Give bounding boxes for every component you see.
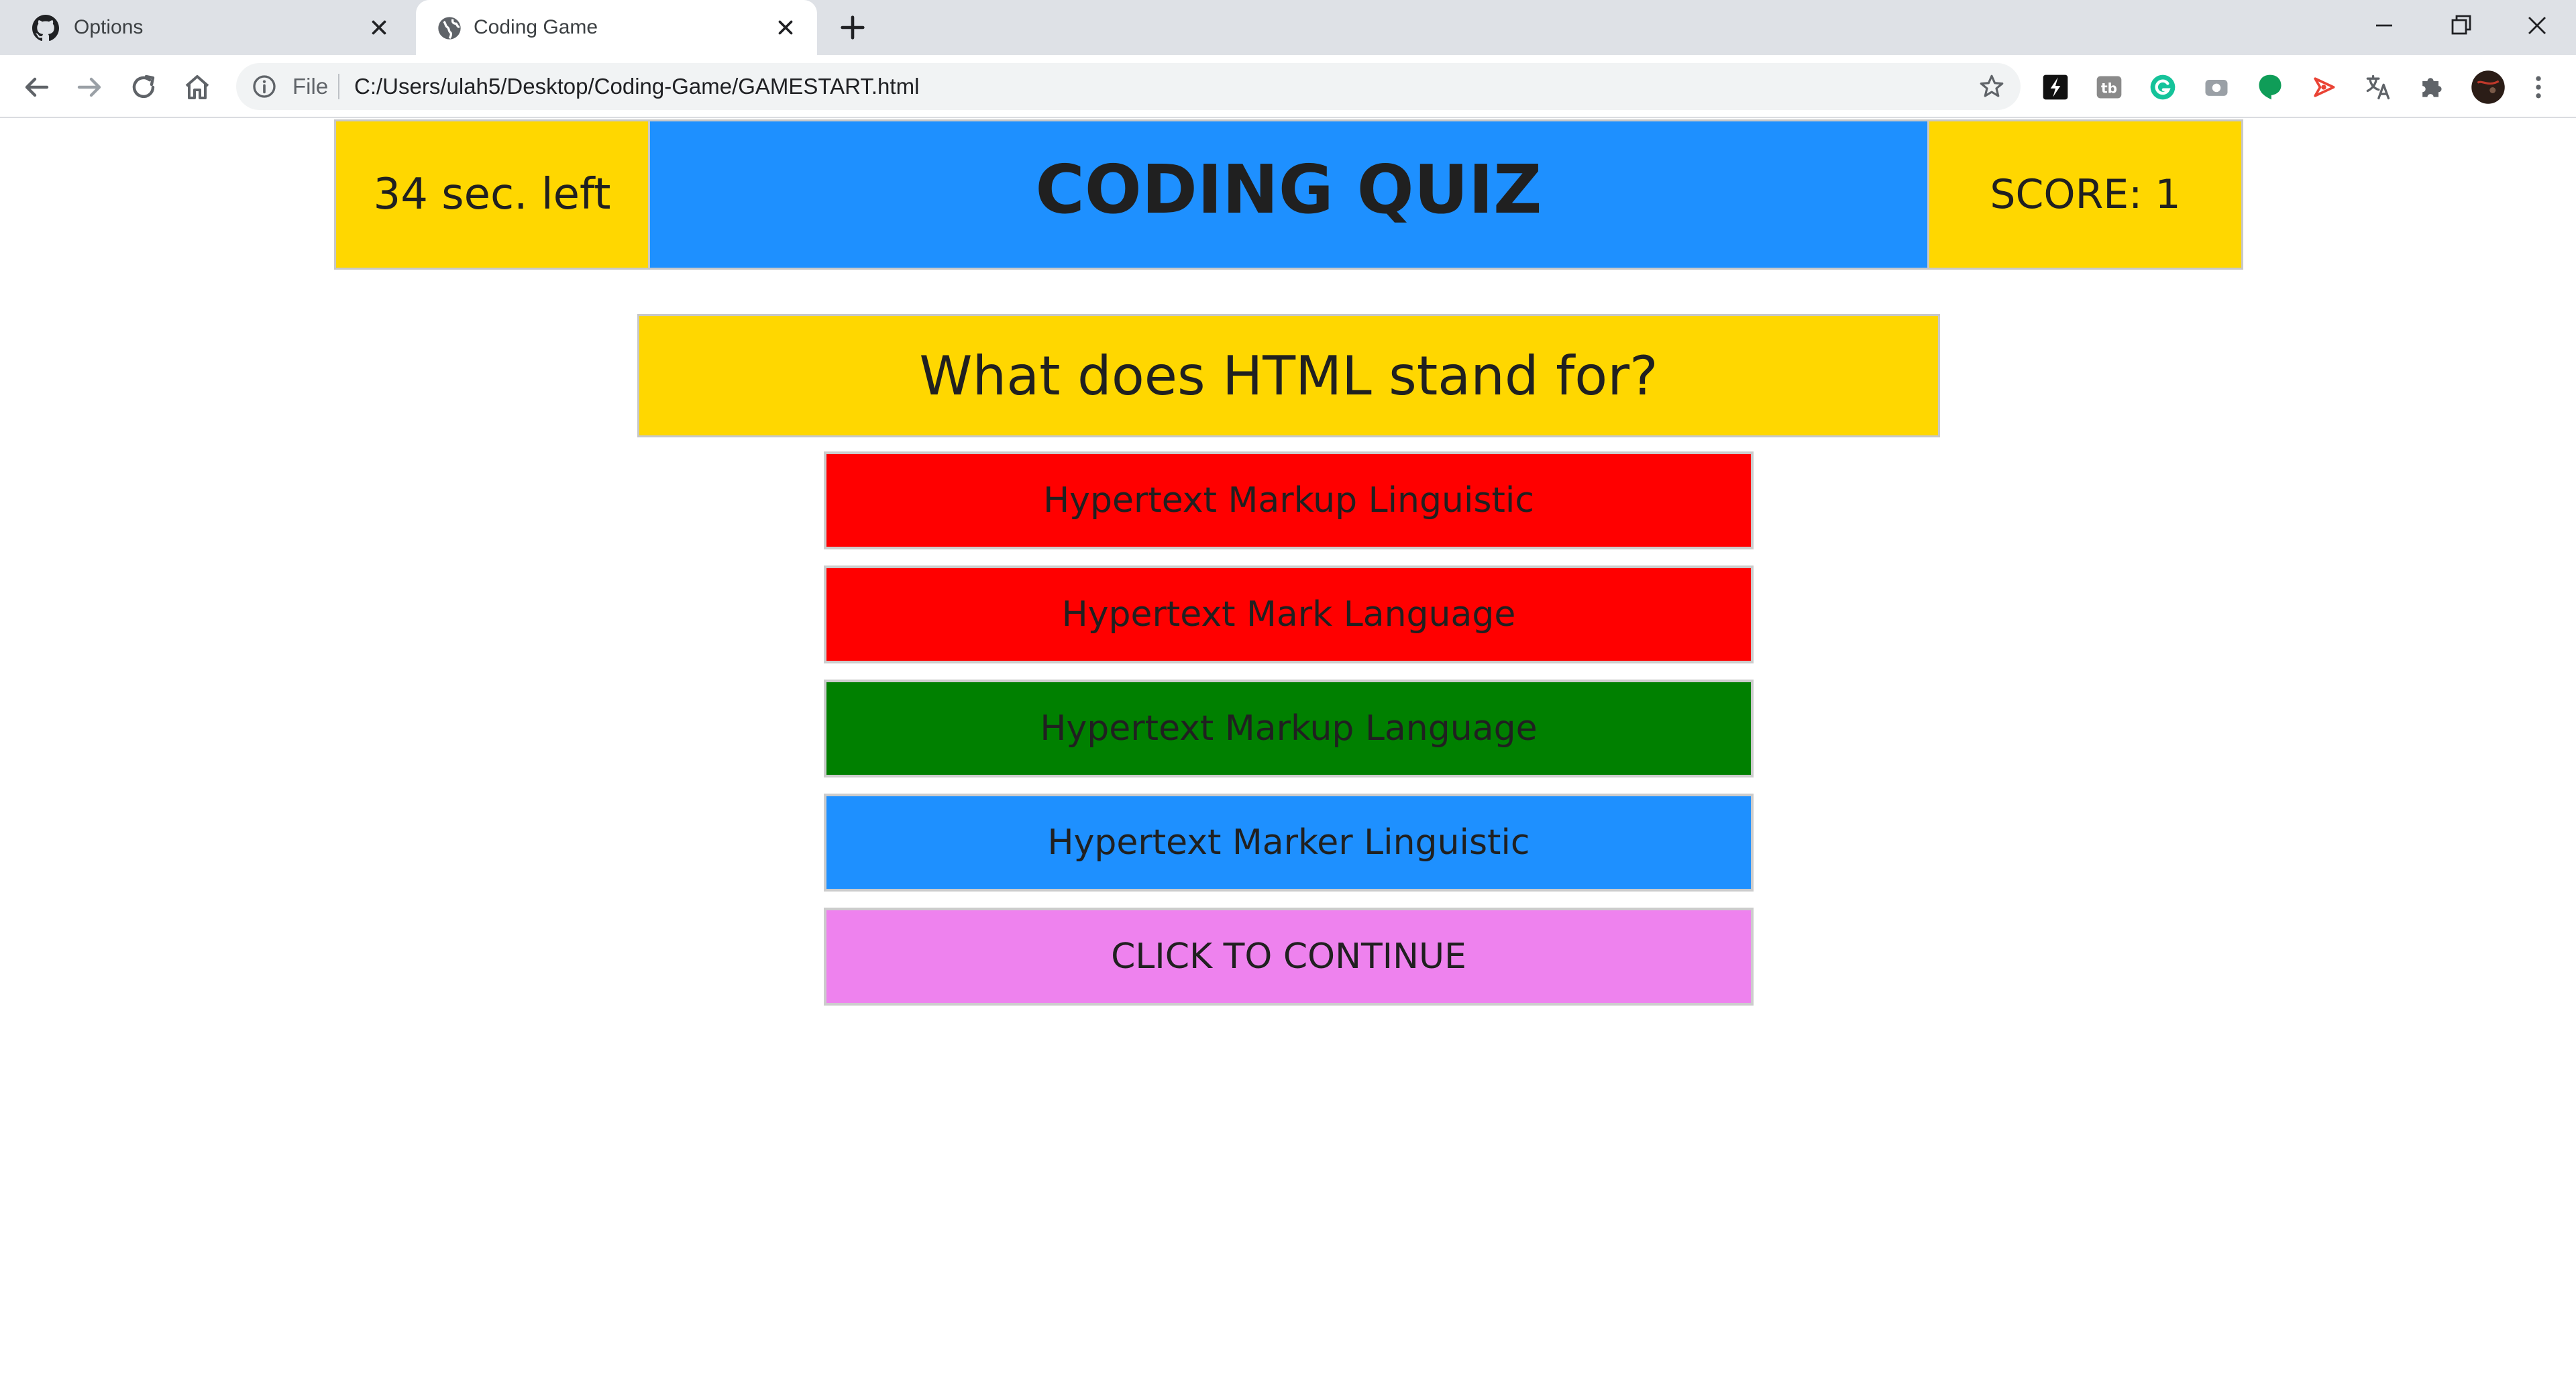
address-bar[interactable]: File C:/Users/ulah5/Desktop/Coding-Game/… <box>236 63 2021 110</box>
profile-avatar[interactable] <box>2470 69 2506 105</box>
home-icon[interactable] <box>181 71 213 103</box>
close-window-icon[interactable] <box>2521 9 2553 42</box>
tab-coding-game[interactable]: Coding Game <box>416 0 817 55</box>
page-title: CODING QUIZ <box>650 121 1927 268</box>
timer-display: 34 sec. left <box>336 121 650 268</box>
new-tab-icon[interactable] <box>837 12 868 43</box>
answer-button-3[interactable]: Hypertext Markup Language <box>824 680 1754 777</box>
forward-arrow-icon[interactable] <box>74 71 106 103</box>
dark-reader-icon[interactable] <box>2041 72 2070 102</box>
translate-icon[interactable] <box>2363 72 2392 102</box>
answer-button-1[interactable]: Hypertext Markup Linguistic <box>824 451 1754 549</box>
quiz-header: 34 sec. left CODING QUIZ SCORE: 1 <box>334 119 2243 270</box>
close-icon[interactable] <box>774 16 797 39</box>
restore-icon[interactable] <box>2445 9 2477 42</box>
puzzle-icon[interactable] <box>2416 72 2446 102</box>
info-icon[interactable] <box>251 73 278 100</box>
continue-button[interactable]: CLICK TO CONTINUE <box>824 908 1754 1006</box>
screenshot-icon[interactable] <box>2202 72 2231 102</box>
question-text: What does HTML stand for? <box>637 314 1940 437</box>
score-display: SCORE: 1 <box>1927 121 2241 268</box>
url-text[interactable]: C:/Users/ulah5/Desktop/Coding-Game/GAMES… <box>354 72 919 101</box>
grammarly-icon[interactable] <box>2148 72 2178 102</box>
page-content: 34 sec. left CODING QUIZ SCORE: 1 What d… <box>0 118 2576 1398</box>
svg-text:tb: tb <box>2101 80 2117 96</box>
tab-strip: Options Coding Game <box>0 0 2576 55</box>
kebab-menu-icon[interactable] <box>2524 72 2553 102</box>
minimize-icon[interactable] <box>2368 9 2400 42</box>
answer-button-4[interactable]: Hypertext Marker Linguistic <box>824 794 1754 892</box>
tb-icon[interactable]: tb <box>2094 72 2124 102</box>
address-separator <box>338 74 339 99</box>
answer-button-2[interactable]: Hypertext Mark Language <box>824 566 1754 663</box>
close-icon[interactable] <box>368 16 390 39</box>
globe-icon <box>438 17 461 40</box>
tab-options[interactable]: Options <box>0 0 411 55</box>
github-icon <box>32 15 59 42</box>
scheme-label: File <box>292 74 329 99</box>
chat-bubble-icon[interactable] <box>2255 72 2285 102</box>
bookmark-star-icon[interactable] <box>1978 72 2006 101</box>
streaming-icon[interactable] <box>2309 72 2339 102</box>
tab-title: Options <box>74 16 144 38</box>
back-arrow-icon[interactable] <box>20 71 52 103</box>
reload-icon[interactable] <box>127 71 160 103</box>
browser-toolbar: File C:/Users/ulah5/Desktop/Coding-Game/… <box>0 55 2576 118</box>
tab-title: Coding Game <box>474 16 598 38</box>
